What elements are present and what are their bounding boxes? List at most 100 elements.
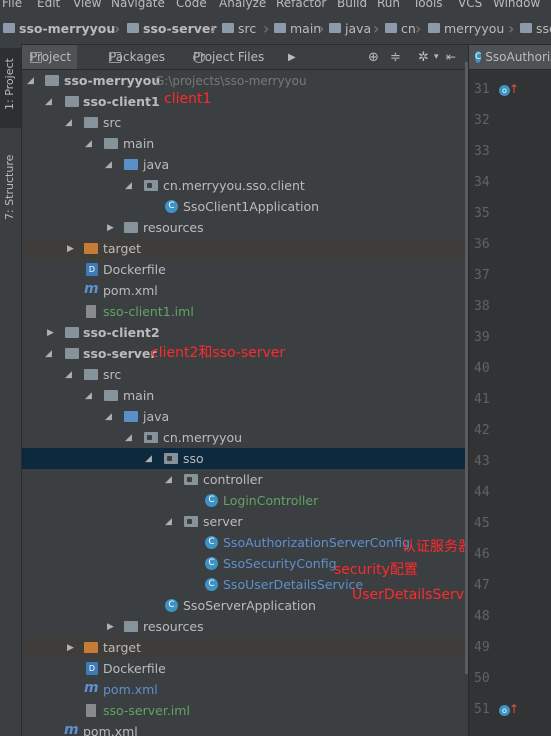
expanded-arrow-icon[interactable]: ◢ bbox=[65, 118, 75, 128]
editor-tab[interactable]: C SsoAuthorizationServerConfig bbox=[469, 45, 551, 70]
collapsed-arrow-icon[interactable]: ▶ bbox=[47, 328, 57, 338]
expanded-arrow-icon[interactable]: ◢ bbox=[125, 181, 135, 191]
tree-item-main[interactable]: ◢ main bbox=[22, 385, 465, 406]
breadcrumb-sso-merryyou[interactable]: sso-merryyou bbox=[3, 12, 115, 44]
annotation-client2-server: client2和sso-server bbox=[151, 345, 286, 361]
resources-folder-icon bbox=[124, 222, 138, 233]
expanded-arrow-icon[interactable]: ◢ bbox=[105, 160, 115, 170]
tree-item-sso-package[interactable]: ◢ sso bbox=[22, 448, 465, 469]
breadcrumb-java[interactable]: java bbox=[329, 12, 371, 44]
tab-structure-tool[interactable]: 7: Structure bbox=[0, 136, 21, 226]
tree-item-class[interactable]: C LoginController bbox=[22, 490, 465, 511]
tree-item-java[interactable]: ◢ java bbox=[22, 406, 465, 427]
line-number: 50 bbox=[474, 671, 490, 686]
line-number: 41 bbox=[474, 392, 490, 407]
module-folder-icon bbox=[45, 75, 59, 86]
tree-item-file[interactable]: sso-server.iml bbox=[22, 700, 465, 721]
menu-navigate[interactable]: Navigate bbox=[111, 0, 165, 10]
tree-item-class[interactable]: C SsoAuthorizationServerConfig bbox=[22, 532, 465, 553]
arrow-up-icon: ↑ bbox=[509, 82, 520, 96]
expanded-arrow-icon[interactable]: ◢ bbox=[165, 517, 175, 527]
tree-item-file[interactable]: m pom.xml bbox=[22, 679, 465, 700]
tree-item-sso-client2[interactable]: ▶ sso-client2 bbox=[22, 322, 465, 343]
breadcrumb-merryyou[interactable]: merryyou bbox=[428, 12, 504, 44]
tree-item-resources[interactable]: ▶ resources bbox=[22, 616, 465, 637]
expanded-arrow-icon[interactable]: ◢ bbox=[165, 475, 175, 485]
tab-project-view[interactable]: Project bbox=[22, 45, 78, 69]
menu-view[interactable]: View bbox=[73, 0, 101, 10]
tree-item-file[interactable]: D Dockerfile bbox=[22, 259, 465, 280]
menu-edit[interactable]: Edit bbox=[37, 0, 60, 10]
hide-panel-icon[interactable]: ⇤ bbox=[446, 45, 456, 69]
tab-packages-view[interactable]: Packages bbox=[105, 45, 169, 69]
project-panel-header: Project Packages Project Files ▶ ⊕ ≑ ✲ ▾… bbox=[22, 45, 465, 70]
tree-item-package[interactable]: ◢ cn.merryyou bbox=[22, 427, 465, 448]
folder-icon bbox=[3, 23, 15, 33]
package-icon bbox=[184, 474, 198, 485]
tree-item-main[interactable]: ◢ main bbox=[22, 133, 465, 154]
override-marker-icon[interactable]: o ↑ bbox=[499, 702, 519, 719]
line-number: 38 bbox=[474, 299, 490, 314]
tab-project-files-view[interactable]: Project Files bbox=[189, 45, 268, 69]
tree-item-controller-package[interactable]: ◢ controller bbox=[22, 469, 465, 490]
folder-icon bbox=[520, 23, 532, 33]
tree-item-src[interactable]: ◢ src bbox=[22, 112, 465, 133]
menu-run[interactable]: Run bbox=[377, 0, 400, 10]
tree-item-file[interactable]: m pom.xml bbox=[22, 721, 465, 736]
tree-item-package[interactable]: ◢ cn.merryyou.sso.client bbox=[22, 175, 465, 196]
more-tabs-arrow-icon[interactable]: ▶ bbox=[288, 45, 296, 69]
menu-code[interactable]: Code bbox=[176, 0, 207, 10]
tree-item-server-package[interactable]: ◢ server bbox=[22, 511, 465, 532]
expanded-arrow-icon[interactable]: ◢ bbox=[105, 412, 115, 422]
class-icon: C bbox=[205, 578, 218, 591]
tree-item-class[interactable]: C SsoClient1Application bbox=[22, 196, 465, 217]
expanded-arrow-icon[interactable]: ◢ bbox=[85, 391, 95, 401]
override-marker-icon[interactable]: o ↑ bbox=[499, 82, 519, 99]
collapsed-arrow-icon[interactable]: ▶ bbox=[107, 223, 117, 233]
breadcrumb-sso[interactable]: sso bbox=[520, 12, 551, 44]
tree-item-file[interactable]: sso-client1.iml bbox=[22, 301, 465, 322]
line-number: 46 bbox=[474, 547, 490, 562]
tree-item-file[interactable]: m pom.xml bbox=[22, 280, 465, 301]
collapsed-arrow-icon[interactable]: ▶ bbox=[67, 244, 77, 254]
expanded-arrow-icon[interactable]: ◢ bbox=[27, 76, 37, 86]
tree-item-file[interactable]: D Dockerfile bbox=[22, 658, 465, 679]
tree-item-java[interactable]: ◢ java bbox=[22, 154, 465, 175]
maven-icon: m bbox=[84, 680, 99, 696]
collapse-all-icon[interactable]: ≑ bbox=[390, 45, 401, 69]
tree-item-resources[interactable]: ▶ resources bbox=[22, 217, 465, 238]
expanded-arrow-icon[interactable]: ◢ bbox=[145, 454, 155, 464]
breadcrumb-src[interactable]: src bbox=[222, 12, 256, 44]
expanded-arrow-icon[interactable]: ◢ bbox=[85, 139, 95, 149]
folder-icon bbox=[104, 138, 118, 149]
sync-target-icon[interactable]: ⊕ bbox=[368, 45, 379, 69]
chevron-right-icon: › bbox=[508, 18, 515, 38]
annotation-client1: client1 bbox=[164, 91, 212, 107]
collapsed-arrow-icon[interactable]: ▶ bbox=[67, 643, 77, 653]
tab-project-tool[interactable]: 1: Project bbox=[0, 48, 21, 128]
tree-item-sso-client1[interactable]: ◢ sso-client1 bbox=[22, 91, 465, 112]
breadcrumb-main[interactable]: main bbox=[274, 12, 321, 44]
menu-vcs[interactable]: VCS bbox=[458, 0, 482, 10]
tree-item-root[interactable]: ◢ sso-merryyou G:\projects\sso-merryyou bbox=[22, 70, 465, 91]
menu-file[interactable]: File bbox=[2, 0, 22, 10]
expanded-arrow-icon[interactable]: ◢ bbox=[65, 370, 75, 380]
menu-refactor[interactable]: Refactor bbox=[276, 0, 326, 10]
resources-folder-icon bbox=[124, 621, 138, 632]
gear-dropdown-icon[interactable]: ▾ bbox=[434, 45, 439, 69]
menu-window[interactable]: Window bbox=[493, 0, 540, 10]
gear-icon[interactable]: ✲ bbox=[418, 45, 429, 69]
menu-build[interactable]: Build bbox=[337, 0, 367, 10]
tree-item-target[interactable]: ▶ target bbox=[22, 637, 465, 658]
menu-tools[interactable]: Tools bbox=[413, 0, 443, 10]
breadcrumb-sso-server[interactable]: sso-server bbox=[127, 12, 217, 44]
expanded-arrow-icon[interactable]: ◢ bbox=[45, 97, 55, 107]
breadcrumb-cn[interactable]: cn bbox=[385, 12, 416, 44]
tree-item-target[interactable]: ▶ target bbox=[22, 238, 465, 259]
tree-item-src[interactable]: ◢ src bbox=[22, 364, 465, 385]
expanded-arrow-icon[interactable]: ◢ bbox=[125, 433, 135, 443]
folder-icon bbox=[84, 117, 98, 128]
collapsed-arrow-icon[interactable]: ▶ bbox=[107, 622, 117, 632]
menu-analyze[interactable]: Analyze bbox=[219, 0, 266, 10]
expanded-arrow-icon[interactable]: ◢ bbox=[45, 349, 55, 359]
